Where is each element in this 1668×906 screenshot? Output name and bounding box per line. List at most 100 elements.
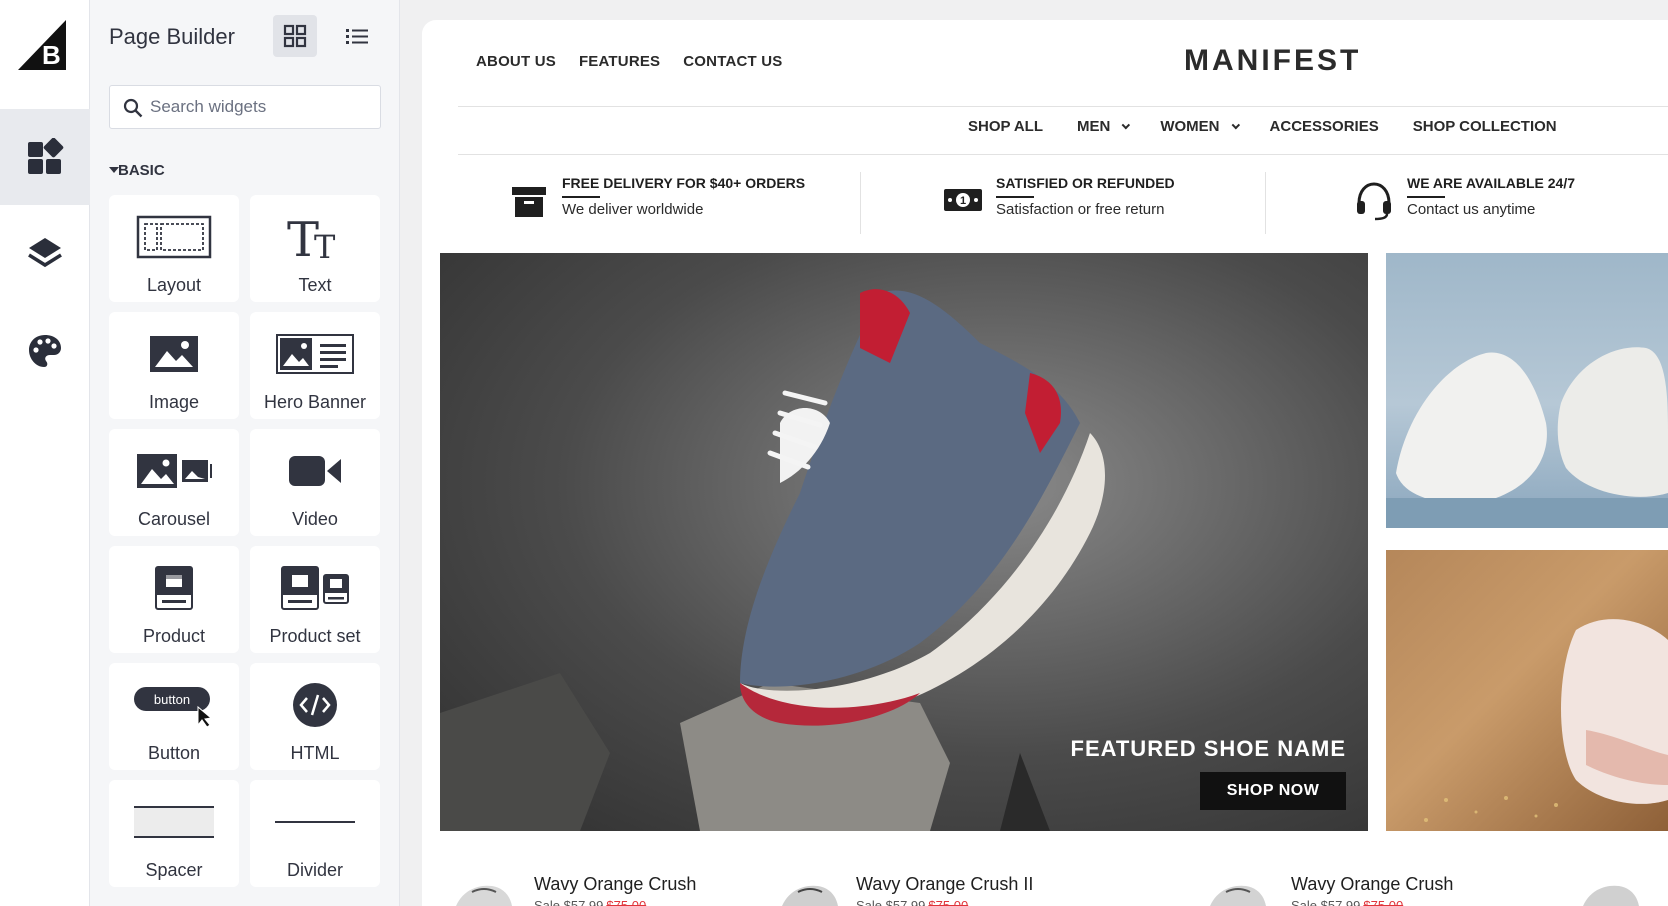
widget-hero-banner[interactable]: Hero Banner	[250, 312, 380, 419]
feature-underline	[562, 196, 600, 198]
box-icon	[512, 187, 546, 217]
nav-shop-collection[interactable]: SHOP COLLECTION	[1413, 118, 1557, 135]
feature-separator	[860, 172, 861, 234]
product-icon	[155, 566, 193, 610]
nav-men[interactable]: MEN	[1077, 118, 1131, 135]
search-input[interactable]	[150, 86, 370, 128]
product-price: Sale $57.99 $75.00	[856, 898, 968, 906]
feature-underline	[1407, 196, 1445, 198]
html-icon	[293, 683, 337, 727]
divider-icon	[275, 821, 355, 823]
widget-label: Layout	[146, 275, 202, 295]
search-widgets-field[interactable]	[109, 85, 381, 129]
section-basic-label[interactable]: BASIC	[118, 162, 165, 179]
white-sneakers-image	[1386, 347, 1668, 528]
product-card[interactable]: Wavy Orange Crush II Sale $57.99 $75.00	[774, 872, 1074, 906]
widget-divider[interactable]: Divider	[250, 780, 380, 887]
widget-label: Image	[148, 392, 200, 412]
original-price: $75.00	[928, 898, 969, 906]
theme-styles-tab[interactable]	[0, 303, 90, 399]
top-link-contact[interactable]: CONTACT US	[683, 53, 782, 70]
feature-subtitle: Satisfaction or free return	[996, 201, 1165, 218]
product-card[interactable]: Wavy Orange Crush Sale $57.99 $75.00	[452, 872, 712, 906]
feature-separator	[1265, 172, 1266, 234]
widget-html[interactable]: HTML	[250, 663, 380, 770]
text-icon: T T	[287, 212, 336, 262]
nav-men-label: MEN	[1077, 118, 1111, 135]
svg-text:T: T	[314, 228, 336, 262]
nav-women[interactable]: WOMEN	[1160, 118, 1240, 135]
widget-label: Spacer	[145, 860, 203, 880]
list-view-icon	[346, 29, 368, 44]
widget-label: Video	[292, 509, 338, 529]
bigcommerce-logo[interactable]: B	[18, 20, 66, 70]
header-divider	[458, 106, 1668, 107]
feature-subtitle: We deliver worldwide	[562, 201, 704, 218]
grid-view-icon	[283, 24, 307, 48]
product-thumbnail	[456, 885, 512, 906]
widget-image[interactable]: Image	[109, 312, 239, 419]
product-card[interactable]: Wavy Orange Crush Sale $57.99 $75.00	[1203, 872, 1523, 906]
widget-carousel[interactable]: Carousel	[109, 429, 239, 536]
side-banner-bottom[interactable]	[1386, 550, 1668, 831]
widget-label: HTML	[290, 743, 340, 763]
top-links: ABOUT US FEATURES CONTACT US	[476, 53, 782, 70]
feature-title: FREE DELIVERY FOR $40+ ORDERS	[562, 175, 806, 191]
nav-accessories[interactable]: ACCESSORIES	[1270, 118, 1379, 135]
widgets-tab[interactable]	[0, 109, 90, 205]
side-banner-top[interactable]	[1386, 253, 1668, 528]
image-icon	[150, 336, 198, 372]
hero-banner[interactable]: FEATURED SHOE NAME SHOP NOW	[440, 253, 1368, 831]
feature-subtitle: Contact us anytime	[1407, 201, 1536, 218]
widget-product-set[interactable]: Product set	[250, 546, 380, 653]
page-canvas[interactable]: ABOUT US FEATURES CONTACT US MANIFEST SH…	[422, 20, 1668, 906]
list-view-button[interactable]	[335, 15, 379, 57]
shop-now-button[interactable]: SHOP NOW	[1200, 772, 1346, 810]
product-name: Wavy Orange Crush II	[856, 874, 1034, 894]
layers-tab[interactable]	[0, 205, 90, 301]
product-thumbnail	[1210, 885, 1266, 906]
nav-divider	[458, 154, 1668, 155]
widget-label: Button	[147, 743, 201, 763]
feature-title: WE ARE AVAILABLE 24/7	[1407, 175, 1576, 191]
video-icon	[289, 456, 341, 486]
layers-icon	[28, 238, 62, 268]
widget-spacer[interactable]: Spacer	[109, 780, 239, 887]
grid-view-button[interactable]	[273, 15, 317, 57]
store-logo[interactable]: MANIFEST	[1184, 44, 1361, 78]
sale-price: Sale $57.99	[534, 898, 604, 906]
widget-label: Product set	[269, 626, 361, 646]
widget-label: Hero Banner	[263, 392, 367, 412]
widget-label: Divider	[286, 860, 343, 880]
widget-button[interactable]: button Button	[109, 663, 239, 770]
nav-shop-all[interactable]: SHOP ALL	[968, 118, 1043, 135]
product-thumbnail	[782, 885, 838, 906]
original-price: $75.00	[1363, 898, 1404, 906]
top-link-about[interactable]: ABOUT US	[476, 53, 556, 70]
feature-title: SATISFIED OR REFUNDED	[996, 175, 1175, 191]
top-link-features[interactable]: FEATURES	[579, 53, 660, 70]
product-thumbnail	[1583, 885, 1639, 906]
widget-video[interactable]: Video	[250, 429, 380, 536]
product-name: Wavy Orange Crush	[1291, 874, 1454, 894]
palette-icon	[29, 335, 61, 367]
hero-banner-icon	[276, 334, 354, 374]
spacer-icon	[134, 806, 214, 838]
product-set-icon	[281, 566, 349, 610]
widget-label: Text	[298, 275, 332, 295]
widget-layout[interactable]: Layout	[109, 195, 239, 302]
search-icon	[123, 98, 143, 118]
widget-product[interactable]: Product	[109, 546, 239, 653]
main-nav: SHOP ALL MEN WOMEN ACCESSORIES SHOP COLL…	[968, 118, 1557, 135]
carousel-icon	[137, 454, 212, 488]
widgets-icon	[28, 138, 64, 174]
hero-title: FEATURED SHOE NAME	[1070, 736, 1346, 761]
widget-panel: Page Builder BASIC Layout	[90, 0, 400, 906]
money-icon: 1	[944, 189, 982, 211]
chevron-down-icon	[1121, 120, 1131, 130]
widget-text[interactable]: T T Text	[250, 195, 380, 302]
sale-price: Sale $57.99	[1291, 898, 1361, 906]
button-icon: button	[134, 687, 213, 727]
product-name: Wavy Orange Crush	[534, 874, 697, 894]
product-price: Sale $57.99 $75.00	[1291, 898, 1403, 906]
